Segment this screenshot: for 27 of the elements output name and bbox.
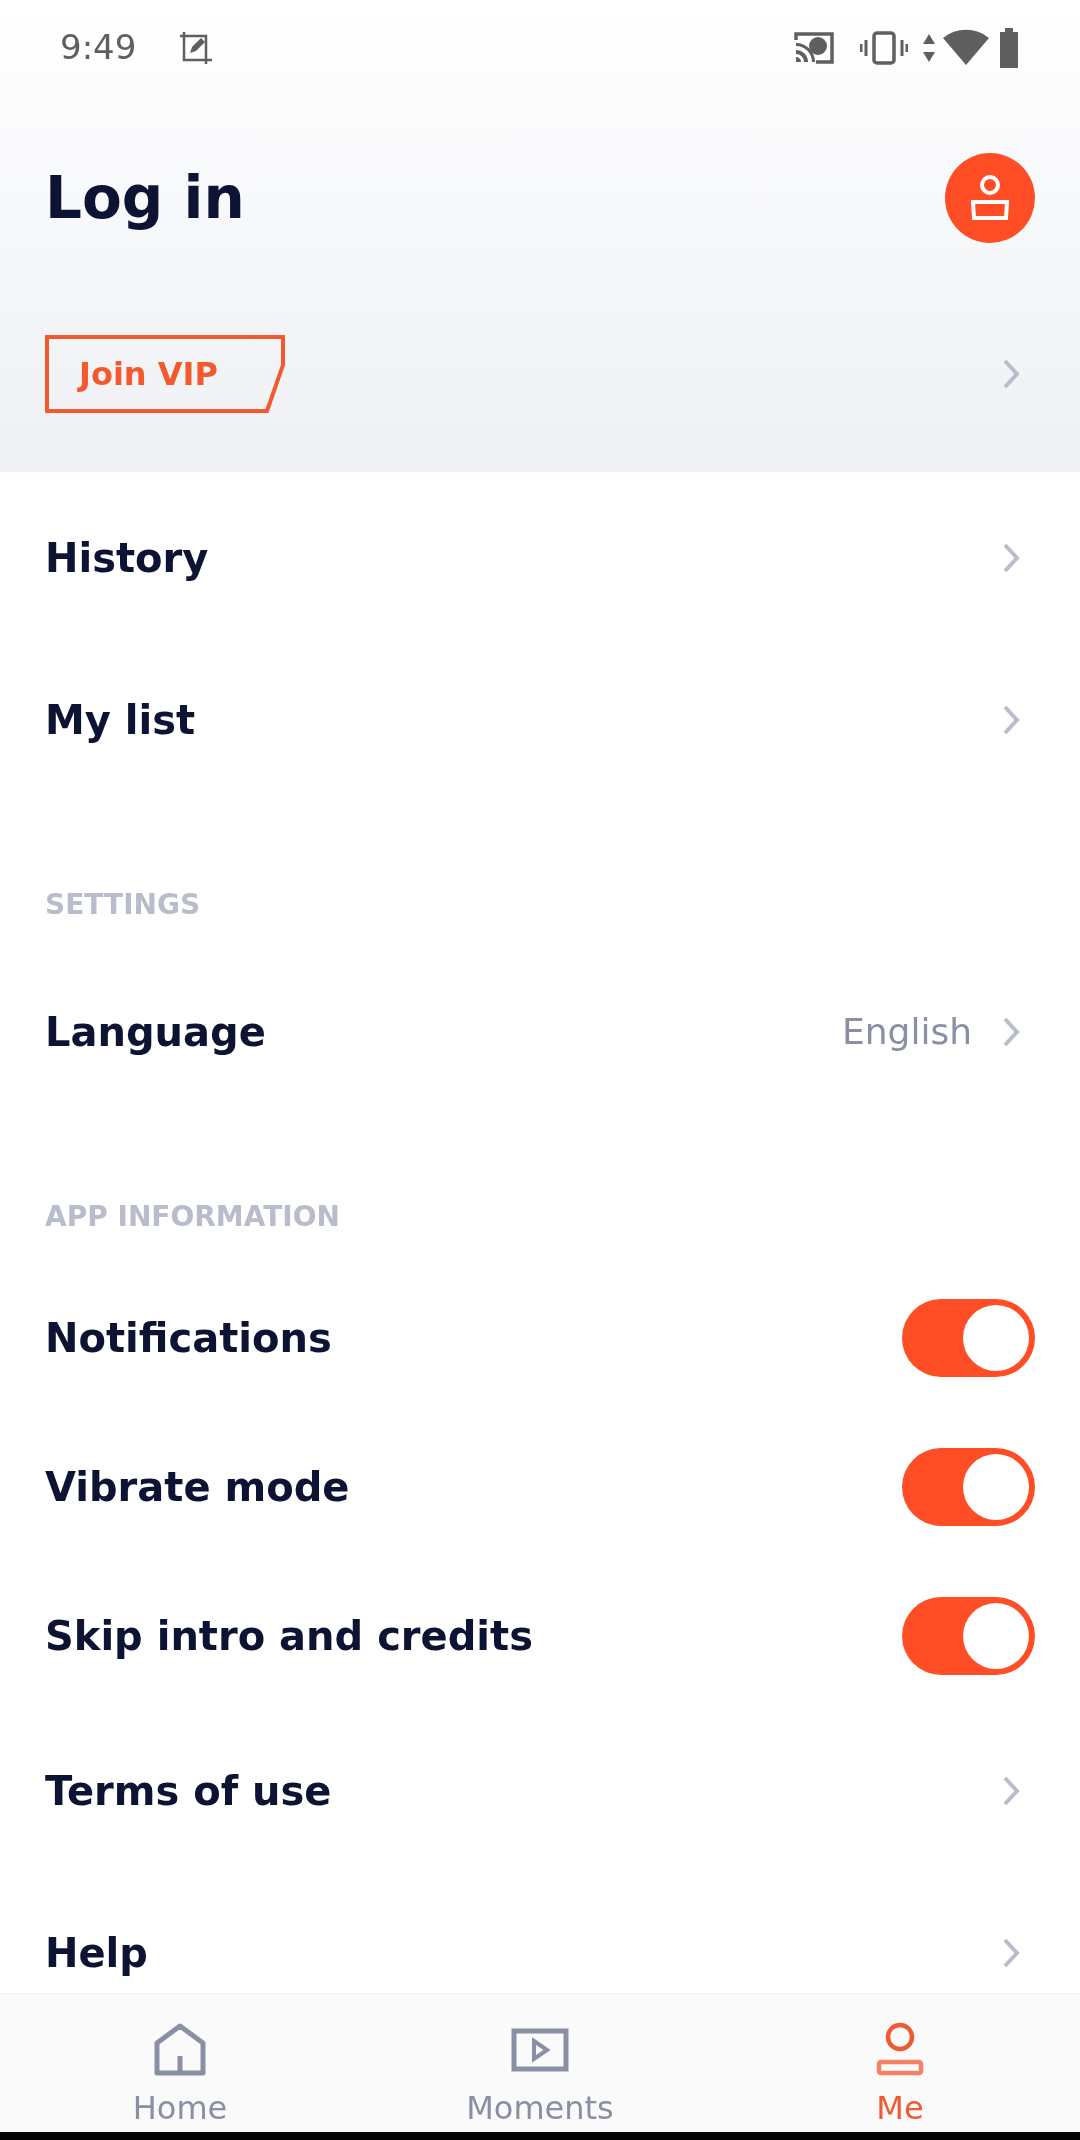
battery-icon (998, 27, 1020, 68)
video-icon (511, 2028, 569, 2072)
screenshot-edit-icon (178, 29, 215, 66)
chevron-right-icon[interactable] (1002, 542, 1020, 574)
chevron-right-icon[interactable] (1002, 1775, 1020, 1807)
chevron-right-icon[interactable] (1002, 1016, 1020, 1048)
cast-icon (792, 29, 836, 66)
menu-item[interactable]: My list (0, 639, 1080, 801)
section-header: SETTINGS (45, 887, 201, 923)
section-header: APP INFORMATION (45, 1199, 340, 1235)
setting-label: Notifications (45, 1313, 333, 1363)
person-icon (876, 2022, 924, 2078)
setting-label: Skip intro and credits (45, 1611, 534, 1661)
vibrate-icon (860, 29, 908, 66)
chevron-right-icon[interactable] (1002, 704, 1020, 736)
chevron-right-icon[interactable] (1002, 1937, 1020, 1969)
language-value: English (842, 1010, 972, 1054)
chevron-right-icon[interactable] (1002, 358, 1020, 390)
menu-item[interactable]: Language English (0, 951, 1080, 1113)
menu-item[interactable]: Terms of use (0, 1710, 1080, 1872)
menu-item[interactable]: History (0, 477, 1080, 639)
home-icon (153, 2023, 207, 2077)
menu-item[interactable]: Help (0, 1872, 1080, 1993)
setting-label: Vibrate mode (45, 1462, 351, 1512)
status-time: 9:49 (60, 26, 137, 69)
person-icon (970, 174, 1010, 222)
wifi-icon (942, 28, 990, 67)
